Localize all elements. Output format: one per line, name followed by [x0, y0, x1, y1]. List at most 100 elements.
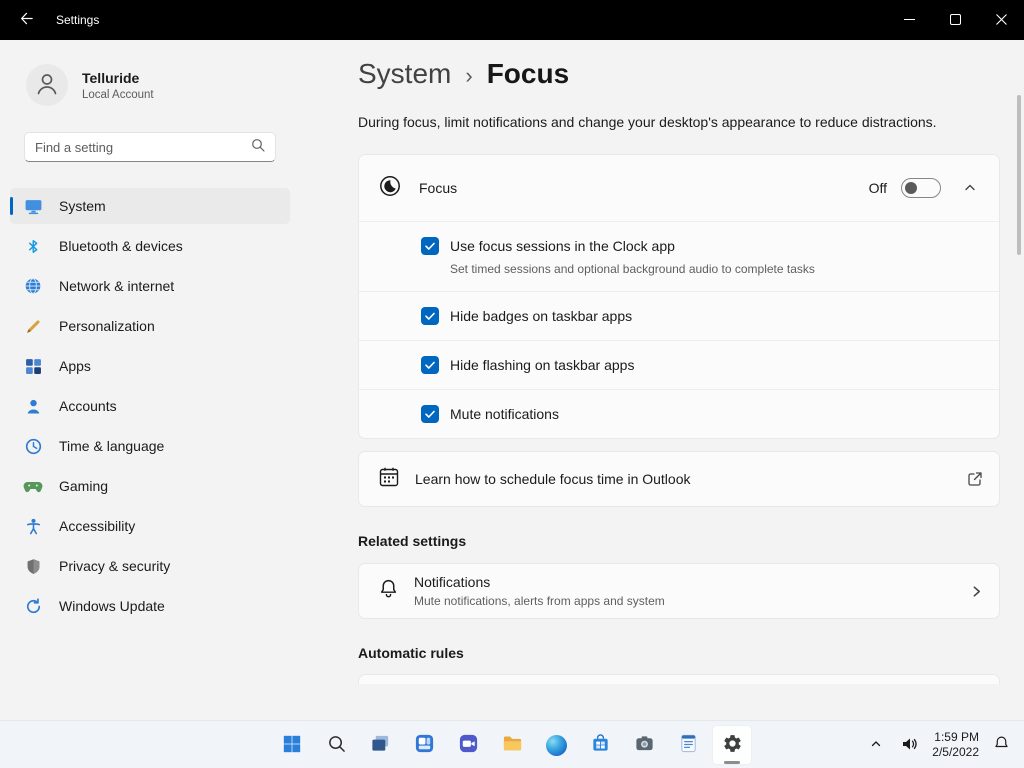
option-label: Hide flashing on taskbar apps: [450, 357, 635, 373]
breadcrumb-system[interactable]: System: [358, 58, 451, 90]
close-button[interactable]: [978, 0, 1024, 40]
gear-icon: [722, 733, 743, 757]
chat-button[interactable]: [448, 725, 488, 765]
sidebar-item-label: Time & language: [59, 438, 165, 454]
automatic-rules-heading: Automatic rules: [358, 645, 464, 661]
chevron-up-icon: [870, 738, 882, 753]
sidebar-item-system[interactable]: System: [10, 188, 290, 224]
notifications-label: Notifications: [414, 574, 491, 590]
close-icon: [995, 13, 1007, 28]
outlook-link-card[interactable]: Learn how to schedule focus time in Outl…: [358, 451, 1000, 507]
focus-toggle-state: Off: [868, 180, 887, 196]
option-row-hide-badges[interactable]: Hide badges on taskbar apps: [359, 291, 999, 340]
sidebar-item-gaming[interactable]: Gaming: [10, 468, 290, 504]
partial-card: [358, 674, 1000, 684]
sidebar-item-accessibility[interactable]: Accessibility: [10, 508, 290, 544]
option-label: Hide badges on taskbar apps: [450, 308, 633, 324]
sidebar-item-apps[interactable]: Apps: [10, 348, 290, 384]
option-row-focus-sessions[interactable]: Use focus sessions in the Clock app Set …: [359, 221, 999, 291]
store-button[interactable]: [580, 725, 620, 765]
sidebar-item-bluetooth-devices[interactable]: Bluetooth & devices: [10, 228, 290, 264]
search-icon: [251, 138, 265, 157]
checkbox-checked[interactable]: [421, 237, 439, 255]
speaker-icon: [900, 735, 918, 756]
checkbox-checked[interactable]: [421, 356, 439, 374]
chevron-right-icon: [970, 585, 983, 598]
related-settings-heading: Related settings: [358, 533, 467, 549]
sidebar-item-accounts[interactable]: Accounts: [10, 388, 290, 424]
sidebar-item-label: Network & internet: [59, 278, 175, 294]
user-account-type: Local Account: [82, 88, 154, 101]
notifications-card[interactable]: Notifications Mute notifications, alerts…: [358, 563, 1000, 619]
breadcrumb-separator-icon: ›: [465, 63, 473, 88]
taskbar-search-button[interactable]: [316, 725, 356, 765]
sidebar-item-label: Gaming: [59, 478, 109, 494]
update-arrows-icon: [23, 597, 43, 615]
window-controls: [886, 0, 1024, 40]
tray-chevron-up-button[interactable]: [866, 734, 886, 757]
sidebar-item-personalization[interactable]: Personalization: [10, 308, 290, 344]
taskbar: 1:59 PM 2/5/2022: [0, 720, 1024, 768]
option-label: Use focus sessions in the Clock app: [450, 238, 675, 254]
focus-header-row[interactable]: Focus Off: [359, 155, 999, 221]
camera-icon: [634, 733, 655, 757]
outlook-link-label: Learn how to schedule focus time in Outl…: [415, 471, 691, 487]
task-view-icon: [370, 733, 391, 757]
bell-icon: [993, 735, 1010, 755]
notepad-button[interactable]: [668, 725, 708, 765]
taskbar-clock[interactable]: 1:59 PM 2/5/2022: [932, 730, 979, 760]
clock-icon: [23, 438, 43, 455]
task-view-button[interactable]: [360, 725, 400, 765]
notification-center-button[interactable]: [989, 731, 1014, 759]
accounts-person-icon: [23, 398, 43, 415]
option-row-mute-notifications[interactable]: Mute notifications: [359, 389, 999, 438]
minimize-icon: [903, 13, 915, 28]
taskbar-app-icons: [272, 725, 752, 765]
file-explorer-button[interactable]: [492, 725, 532, 765]
focus-card-group: Focus Off Use focus sessions in the Cloc…: [358, 154, 1000, 439]
minimize-button[interactable]: [886, 0, 932, 40]
search-box[interactable]: [24, 132, 276, 162]
sidebar-item-label: System: [59, 198, 106, 214]
shield-icon: [23, 558, 43, 575]
system-icon: [23, 197, 43, 216]
settings-app-button[interactable]: [712, 725, 752, 765]
checkbox-checked[interactable]: [421, 307, 439, 325]
notifications-sublabel: Mute notifications, alerts from apps and…: [414, 594, 665, 608]
sidebar-nav: System Bluetooth & devices Network & int…: [0, 188, 300, 624]
edge-browser-icon: [545, 734, 567, 756]
accessibility-person-icon: [23, 518, 43, 535]
sidebar-item-network-internet[interactable]: Network & internet: [10, 268, 290, 304]
search-input[interactable]: [35, 139, 251, 155]
sidebar-item-label: Accessibility: [59, 518, 136, 534]
sidebar-item-label: Accounts: [59, 398, 117, 414]
user-name: Telluride: [82, 69, 140, 86]
sidebar-item-time-language[interactable]: Time & language: [10, 428, 290, 464]
maximize-button[interactable]: [932, 0, 978, 40]
sidebar-item-privacy-security[interactable]: Privacy & security: [10, 548, 290, 584]
camera-app-button[interactable]: [624, 725, 664, 765]
edge-button[interactable]: [536, 725, 576, 765]
start-button[interactable]: [272, 725, 312, 765]
sidebar-item-windows-update[interactable]: Windows Update: [10, 588, 290, 624]
clock-date: 2/5/2022: [932, 745, 979, 759]
back-arrow-icon: [19, 11, 34, 29]
folder-icon: [502, 733, 523, 757]
focus-label: Focus: [419, 180, 458, 196]
avatar: [26, 64, 68, 106]
volume-button[interactable]: [896, 731, 922, 760]
option-row-hide-flashing[interactable]: Hide flashing on taskbar apps: [359, 340, 999, 389]
user-account-row[interactable]: Telluride Local Account: [0, 54, 300, 116]
page-description: During focus, limit notifications and ch…: [358, 114, 937, 130]
sidebar: Telluride Local Account System Bluetoo: [0, 40, 300, 720]
back-button[interactable]: [6, 3, 46, 37]
scrollbar-thumb[interactable]: [1017, 95, 1021, 255]
widgets-button[interactable]: [404, 725, 444, 765]
chevron-up-icon[interactable]: [955, 173, 985, 203]
bell-icon: [378, 578, 399, 604]
windows-start-icon: [282, 734, 302, 757]
maximize-icon: [949, 13, 961, 28]
main-content: System › Focus During focus, limit notif…: [300, 40, 1024, 720]
checkbox-checked[interactable]: [421, 405, 439, 423]
focus-toggle[interactable]: [901, 178, 941, 198]
